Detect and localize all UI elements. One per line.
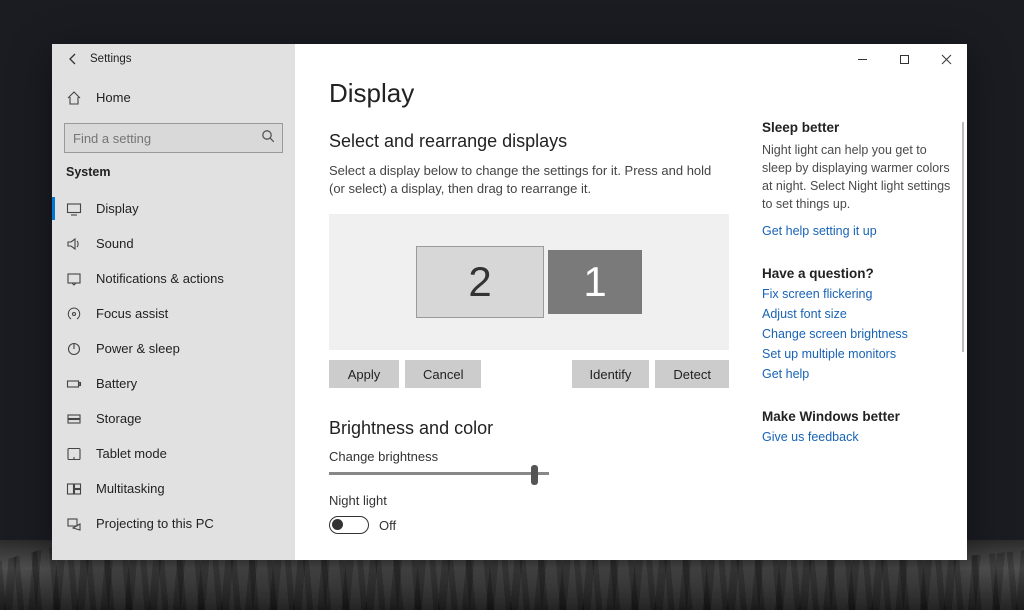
nav-item-multitasking[interactable]: Multitasking: [52, 471, 295, 506]
better-title: Make Windows better: [762, 409, 955, 424]
brightness-slider[interactable]: [329, 472, 549, 475]
help-link-flickering[interactable]: Fix screen flickering: [762, 287, 955, 301]
sound-icon: [66, 236, 82, 252]
nightlight-state: Off: [379, 518, 396, 533]
page-title: Display: [329, 78, 742, 109]
identify-button[interactable]: Identify: [572, 360, 650, 388]
search-input[interactable]: [64, 123, 283, 153]
subhead-brightness: Brightness and color: [329, 418, 742, 439]
nav-label: Projecting to this PC: [96, 516, 214, 531]
focus-icon: [66, 306, 82, 322]
spacer: [487, 360, 565, 388]
search-icon: [261, 129, 275, 146]
home-icon: [66, 90, 82, 106]
help-link-multimon[interactable]: Set up multiple monitors: [762, 347, 955, 361]
brightness-thumb[interactable]: [531, 465, 538, 485]
right-pane: Sleep better Night light can help you ge…: [762, 44, 967, 560]
nav-label: Display: [96, 201, 139, 216]
storage-icon: [66, 411, 82, 427]
search-container: [52, 115, 295, 157]
nav-item-tablet[interactable]: Tablet mode: [52, 436, 295, 471]
nav-label: Tablet mode: [96, 446, 167, 461]
nightlight-row: Off: [329, 516, 742, 534]
power-icon: [66, 341, 82, 357]
scroll-indicator[interactable]: [962, 122, 964, 352]
monitor-1[interactable]: 1: [548, 250, 642, 314]
nav-item-storage[interactable]: Storage: [52, 401, 295, 436]
content: Display Select and rearrange displays Se…: [295, 44, 762, 560]
nav-label: Sound: [96, 236, 134, 251]
back-button[interactable]: [58, 44, 88, 74]
brightness-label: Change brightness: [329, 449, 742, 464]
help-link-fontsize[interactable]: Adjust font size: [762, 307, 955, 321]
sleep-better-link[interactable]: Get help setting it up: [762, 224, 955, 238]
nav-item-notifications[interactable]: Notifications & actions: [52, 261, 295, 296]
sidebar: Settings Home System Display Sound: [52, 44, 295, 560]
projecting-icon: [66, 516, 82, 532]
feedback-link[interactable]: Give us feedback: [762, 430, 955, 444]
nav-item-projecting[interactable]: Projecting to this PC: [52, 506, 295, 541]
home-label: Home: [96, 90, 131, 105]
close-button[interactable]: [925, 44, 967, 74]
nav-item-battery[interactable]: Battery: [52, 366, 295, 401]
monitor-2[interactable]: 2: [416, 246, 544, 318]
display-icon: [66, 201, 82, 217]
notifications-icon: [66, 271, 82, 287]
nav-label: Power & sleep: [96, 341, 180, 356]
nav: Display Sound Notifications & actions Fo…: [52, 191, 295, 541]
settings-window: Settings Home System Display Sound: [52, 44, 967, 560]
question-block: Have a question? Fix screen flickering A…: [762, 266, 955, 381]
multitasking-icon: [66, 481, 82, 497]
help-link-brightness[interactable]: Change screen brightness: [762, 327, 955, 341]
tablet-icon: [66, 446, 82, 462]
nav-label: Multitasking: [96, 481, 165, 496]
maximize-button[interactable]: [883, 44, 925, 74]
main: Display Select and rearrange displays Se…: [295, 44, 967, 560]
nightlight-label: Night light: [329, 493, 742, 508]
subhead-displays: Select and rearrange displays: [329, 131, 742, 152]
battery-icon: [66, 376, 82, 392]
nav-label: Storage: [96, 411, 142, 426]
cancel-button[interactable]: Cancel: [405, 360, 481, 388]
window-controls: [841, 44, 967, 74]
nav-label: Focus assist: [96, 306, 168, 321]
titlebar: Settings: [52, 44, 295, 74]
nav-label: Notifications & actions: [96, 271, 224, 286]
display-button-row: Apply Cancel Identify Detect: [329, 360, 729, 388]
nightlight-toggle[interactable]: [329, 516, 369, 534]
detect-button[interactable]: Detect: [655, 360, 729, 388]
sleep-better-block: Sleep better Night light can help you ge…: [762, 120, 955, 238]
nav-label: Battery: [96, 376, 137, 391]
nav-item-sound[interactable]: Sound: [52, 226, 295, 261]
app-title: Settings: [90, 53, 132, 65]
question-title: Have a question?: [762, 266, 955, 281]
nav-item-display[interactable]: Display: [52, 191, 295, 226]
sleep-better-title: Sleep better: [762, 120, 955, 135]
help-link-gethelp[interactable]: Get help: [762, 367, 955, 381]
better-block: Make Windows better Give us feedback: [762, 409, 955, 444]
section-label: System: [52, 157, 295, 189]
apply-button[interactable]: Apply: [329, 360, 399, 388]
sleep-better-body: Night light can help you get to sleep by…: [762, 141, 955, 214]
nav-item-focus-assist[interactable]: Focus assist: [52, 296, 295, 331]
display-arrangement-box[interactable]: 2 1: [329, 214, 729, 350]
nav-item-power[interactable]: Power & sleep: [52, 331, 295, 366]
displays-description: Select a display below to change the set…: [329, 162, 729, 198]
toggle-knob: [332, 519, 343, 530]
minimize-button[interactable]: [841, 44, 883, 74]
home-button[interactable]: Home: [52, 80, 295, 115]
